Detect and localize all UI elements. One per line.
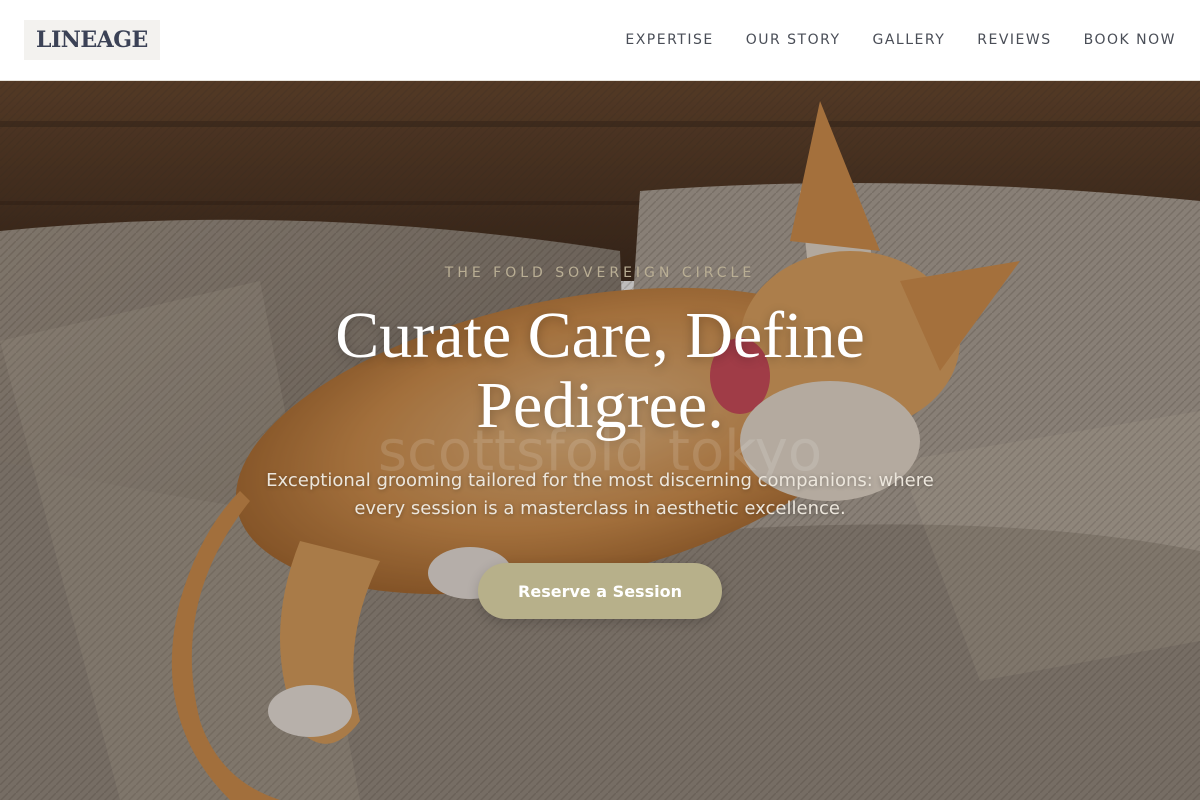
nav-link-gallery[interactable]: GALLERY [873,32,946,48]
hero-content: THE FOLD SOVEREIGN CIRCLE Curate Care, D… [0,81,1200,800]
logo[interactable]: LINEAGE [24,20,160,60]
nav-link-reviews[interactable]: REVIEWS [977,32,1051,48]
nav-link-expertise[interactable]: EXPERTISE [625,32,713,48]
nav-link-our-story[interactable]: OUR STORY [746,32,841,48]
hero-section: scottsfold tokyo THE FOLD SOVEREIGN CIRC… [0,81,1200,800]
hero-eyebrow: THE FOLD SOVEREIGN CIRCLE [444,265,756,281]
hero-headline: Curate Care, Define Pedigree. [335,299,865,442]
reserve-session-button[interactable]: Reserve a Session [478,563,722,619]
main-nav: EXPERTISE OUR STORY GALLERY REVIEWS BOOK… [625,32,1176,48]
hero-subhead: Exceptional grooming tailored for the mo… [266,470,934,519]
site-header: LINEAGE EXPERTISE OUR STORY GALLERY REVI… [0,0,1200,81]
nav-link-book-now[interactable]: BOOK NOW [1084,32,1176,48]
